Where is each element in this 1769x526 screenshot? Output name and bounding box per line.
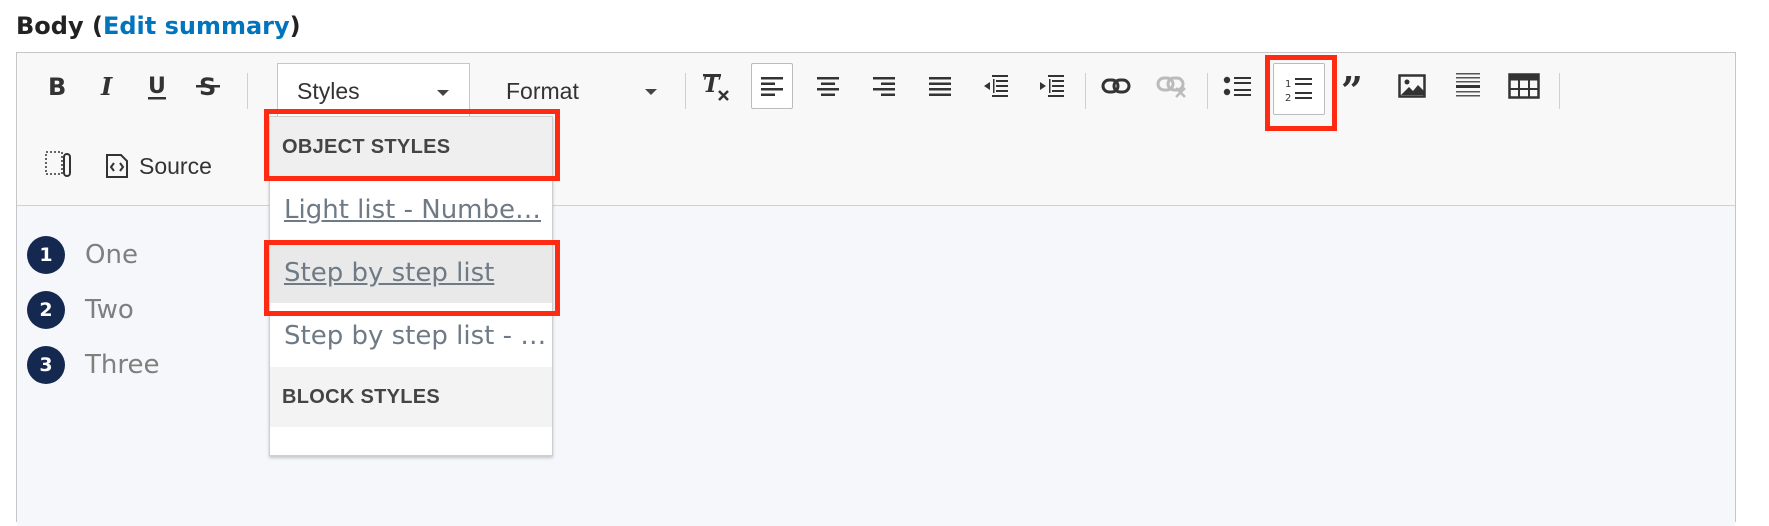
remove-format-icon[interactable]: T bbox=[695, 63, 737, 109]
edit-summary-link[interactable]: Edit summary bbox=[103, 12, 290, 40]
table-icon[interactable] bbox=[1503, 63, 1545, 109]
list-item[interactable]: 3 Three bbox=[27, 346, 159, 384]
chevron-down-icon bbox=[437, 90, 449, 96]
field-label-suffix: ) bbox=[289, 12, 301, 40]
underline-icon[interactable]: U bbox=[137, 63, 179, 109]
list-item-text: One bbox=[85, 240, 138, 270]
field-label: Body (Edit summary) bbox=[16, 12, 301, 40]
source-button[interactable]: Source bbox=[105, 145, 212, 187]
list-item-text: Three bbox=[85, 350, 160, 380]
strikethrough-icon[interactable]: S bbox=[187, 63, 229, 109]
link-icon[interactable] bbox=[1095, 63, 1137, 109]
align-left-icon[interactable] bbox=[751, 63, 793, 109]
align-right-icon[interactable] bbox=[863, 63, 905, 109]
svg-text:1: 1 bbox=[1285, 79, 1291, 90]
style-option-step-by-step-list-variant[interactable]: Step by step list - … bbox=[270, 305, 552, 367]
toolbar-separator bbox=[1085, 73, 1086, 109]
unlink-icon[interactable] bbox=[1151, 63, 1193, 109]
styles-dropdown-label: Styles bbox=[297, 77, 360, 104]
block-styles-header: BLOCK STYLES bbox=[270, 367, 552, 427]
svg-text:2: 2 bbox=[1285, 93, 1291, 103]
styles-dropdown[interactable]: Styles bbox=[277, 63, 470, 119]
list-item[interactable]: 2 Two bbox=[27, 291, 134, 329]
numbered-list-icon[interactable]: 12 bbox=[1273, 63, 1325, 115]
align-center-icon[interactable] bbox=[807, 63, 849, 109]
bold-icon[interactable]: B bbox=[37, 63, 79, 109]
italic-icon[interactable]: I bbox=[87, 63, 129, 109]
styles-dropdown-menu: OBJECT STYLES Light list - Numbe… Step b… bbox=[269, 116, 553, 456]
horizontal-rule-icon[interactable] bbox=[1447, 63, 1489, 109]
list-item[interactable]: 1 One bbox=[27, 236, 138, 274]
format-dropdown-label: Format bbox=[506, 77, 579, 104]
indent-icon[interactable] bbox=[1031, 63, 1073, 109]
toolbar-separator bbox=[1559, 73, 1560, 109]
step-number-badge: 1 bbox=[27, 236, 65, 274]
source-icon bbox=[106, 154, 128, 178]
style-option-light-list[interactable]: Light list - Numbe… bbox=[270, 179, 552, 241]
field-label-text: Body ( bbox=[16, 12, 103, 40]
list-item-text: Two bbox=[85, 295, 134, 325]
show-blocks-icon[interactable] bbox=[37, 141, 79, 187]
svg-text:I: I bbox=[100, 73, 113, 99]
toolbar-separator bbox=[685, 73, 686, 109]
style-option-step-by-step-list[interactable]: Step by step list bbox=[270, 241, 552, 303]
format-dropdown[interactable]: Format bbox=[487, 63, 677, 119]
svg-text:U: U bbox=[148, 74, 166, 99]
step-number-badge: 3 bbox=[27, 346, 65, 384]
bulleted-list-icon[interactable] bbox=[1217, 63, 1259, 109]
svg-text:”: ” bbox=[1341, 74, 1363, 98]
toolbar-separator bbox=[1207, 73, 1208, 109]
object-styles-header: OBJECT STYLES bbox=[270, 117, 552, 177]
blockquote-icon[interactable]: ” bbox=[1335, 63, 1377, 109]
chevron-down-icon bbox=[645, 89, 657, 95]
justify-icon[interactable] bbox=[919, 63, 961, 109]
source-label: Source bbox=[139, 152, 212, 179]
toolbar-separator bbox=[247, 73, 248, 109]
step-number-badge: 2 bbox=[27, 291, 65, 329]
image-icon[interactable] bbox=[1391, 63, 1433, 109]
svg-text:B: B bbox=[48, 73, 66, 99]
outdent-icon[interactable] bbox=[975, 63, 1017, 109]
